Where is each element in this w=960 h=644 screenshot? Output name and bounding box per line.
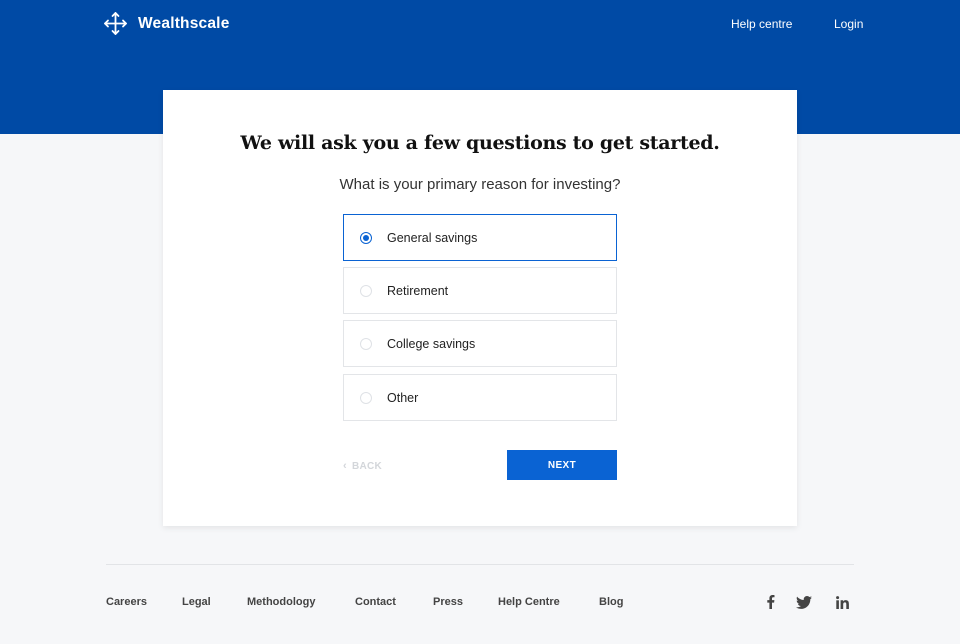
footer-link-methodology[interactable]: Methodology (247, 596, 315, 608)
footer-link-press[interactable]: Press (433, 596, 463, 608)
footer-link-legal[interactable]: Legal (182, 596, 211, 608)
page-title: We will ask you a few questions to get s… (240, 132, 720, 154)
option-label: General savings (387, 230, 478, 245)
option-label: Other (387, 390, 419, 405)
footer-link-contact[interactable]: Contact (355, 596, 396, 608)
linkedin-icon[interactable] (834, 594, 850, 610)
next-button[interactable]: NEXT (507, 450, 617, 480)
onboarding-card: We will ask you a few questions to get s… (163, 90, 797, 526)
footer-link-careers[interactable]: Careers (106, 596, 147, 608)
radio-dot (363, 234, 369, 241)
footer-link-blog[interactable]: Blog (599, 596, 623, 608)
back-label: BACK (351, 460, 383, 472)
option-label: College savings (387, 336, 476, 351)
twitter-icon[interactable] (796, 594, 812, 610)
brand[interactable]: Wealthscale (103, 11, 230, 36)
radio-button[interactable] (360, 337, 372, 350)
option-other[interactable]: Other (343, 374, 617, 421)
radio-button[interactable] (360, 284, 372, 297)
question-text: What is your primary reason for investin… (339, 176, 621, 193)
radio-button[interactable] (360, 391, 372, 404)
facebook-icon[interactable] (762, 594, 778, 610)
option-general-savings[interactable]: General savings (343, 214, 617, 261)
help-centre-link[interactable]: Help centre (731, 17, 792, 31)
footer-divider (106, 564, 854, 565)
option-label: Retirement (387, 283, 449, 298)
footer-link-help-centre[interactable]: Help Centre (498, 596, 560, 608)
arrows-move-icon (104, 12, 127, 35)
login-link[interactable]: Login (834, 17, 863, 31)
back-button[interactable]: ‹ BACK (343, 459, 382, 473)
radio-button[interactable] (360, 231, 372, 244)
brand-name: Wealthscale (138, 14, 230, 32)
option-college-savings[interactable]: College savings (343, 320, 617, 367)
chevron-left-icon: ‹ (343, 459, 347, 472)
option-retirement[interactable]: Retirement (343, 267, 617, 314)
